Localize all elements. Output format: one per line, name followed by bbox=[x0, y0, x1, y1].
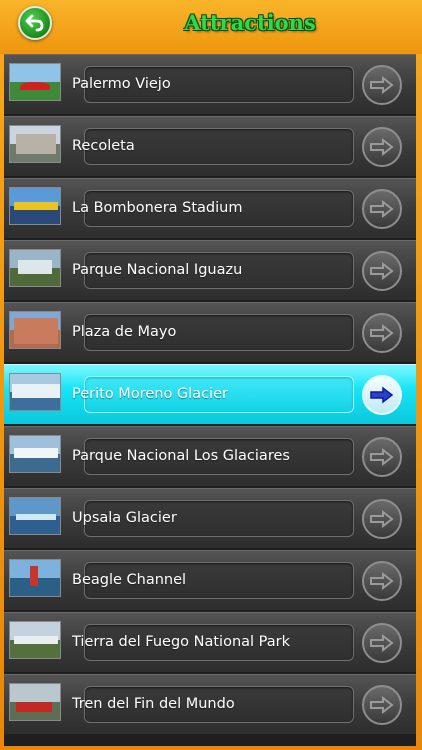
open-button[interactable] bbox=[362, 65, 402, 105]
upsala-glacier-thumbnail bbox=[9, 497, 61, 535]
list-item-label: Beagle Channel bbox=[72, 572, 187, 588]
list-item[interactable]: Parque Nacional Iguazu bbox=[4, 240, 416, 300]
right-arrow-icon bbox=[370, 448, 394, 466]
perito-moreno-thumbnail bbox=[9, 373, 61, 411]
tren-fin-del-mundo-thumbnail bbox=[9, 683, 61, 721]
list-item-label: Recoleta bbox=[72, 138, 135, 154]
right-arrow-icon bbox=[370, 324, 394, 342]
list-item-selected[interactable]: Perito Moreno Glacier bbox=[4, 364, 416, 424]
open-button[interactable] bbox=[362, 375, 402, 415]
list-item[interactable]: Plaza de Mayo bbox=[4, 302, 416, 362]
list-item[interactable]: La Bombonera Stadium bbox=[4, 178, 416, 238]
la-bombonera-thumbnail bbox=[9, 187, 61, 225]
recoleta-thumbnail bbox=[9, 125, 61, 163]
list-item[interactable]: Beagle Channel bbox=[4, 550, 416, 610]
app-header: Attractions bbox=[0, 0, 422, 54]
right-arrow-icon bbox=[370, 262, 394, 280]
open-button[interactable] bbox=[362, 437, 402, 477]
page-title: Attractions bbox=[184, 10, 316, 35]
list-item[interactable]: Tren del Fin del Mundo bbox=[4, 674, 416, 734]
right-arrow-icon bbox=[370, 572, 394, 590]
right-arrow-icon bbox=[370, 510, 394, 528]
list-item-label: Parque Nacional Iguazu bbox=[72, 262, 243, 278]
list-item[interactable]: Tierra del Fuego National Park bbox=[4, 612, 416, 672]
list-item-label: Parque Nacional Los Glaciares bbox=[72, 448, 290, 464]
right-arrow-icon bbox=[370, 200, 394, 218]
iguazu-thumbnail bbox=[9, 249, 61, 287]
tierra-del-fuego-thumbnail bbox=[9, 621, 61, 659]
right-arrow-icon bbox=[370, 386, 394, 404]
list-item-label: Perito Moreno Glacier bbox=[72, 386, 228, 402]
palermo-viejo-thumbnail bbox=[9, 63, 61, 101]
list-item[interactable]: Parque Nacional Los Glaciares bbox=[4, 426, 416, 486]
list-item-label: Palermo Viejo bbox=[72, 76, 171, 92]
right-arrow-icon bbox=[370, 76, 394, 94]
list-item[interactable]: Palermo Viejo bbox=[4, 54, 416, 114]
list-item-label: La Bombonera Stadium bbox=[72, 200, 243, 216]
right-arrow-icon bbox=[370, 634, 394, 652]
list-item-label: Tren del Fin del Mundo bbox=[72, 696, 235, 712]
open-button[interactable] bbox=[362, 251, 402, 291]
bottom-edge bbox=[0, 746, 422, 750]
list-item-label: Upsala Glacier bbox=[72, 510, 177, 526]
open-button[interactable] bbox=[362, 313, 402, 353]
open-button[interactable] bbox=[362, 561, 402, 601]
right-arrow-icon bbox=[370, 696, 394, 714]
open-button[interactable] bbox=[362, 499, 402, 539]
open-button[interactable] bbox=[362, 623, 402, 663]
back-arrow-icon bbox=[25, 14, 44, 32]
los-glaciares-thumbnail bbox=[9, 435, 61, 473]
list-item[interactable]: Upsala Glacier bbox=[4, 488, 416, 548]
open-button[interactable] bbox=[362, 189, 402, 229]
right-arrow-icon bbox=[370, 138, 394, 156]
beagle-channel-thumbnail bbox=[9, 559, 61, 597]
plaza-de-mayo-thumbnail bbox=[9, 311, 61, 349]
list-item[interactable]: Recoleta bbox=[4, 116, 416, 176]
attractions-list: Palermo Viejo Recoleta La Bombonera Stad bbox=[4, 54, 416, 746]
open-button[interactable] bbox=[362, 685, 402, 725]
list-item-label: Tierra del Fuego National Park bbox=[72, 634, 290, 650]
back-button[interactable] bbox=[18, 6, 52, 40]
list-item-label: Plaza de Mayo bbox=[72, 324, 177, 340]
open-button[interactable] bbox=[362, 127, 402, 167]
